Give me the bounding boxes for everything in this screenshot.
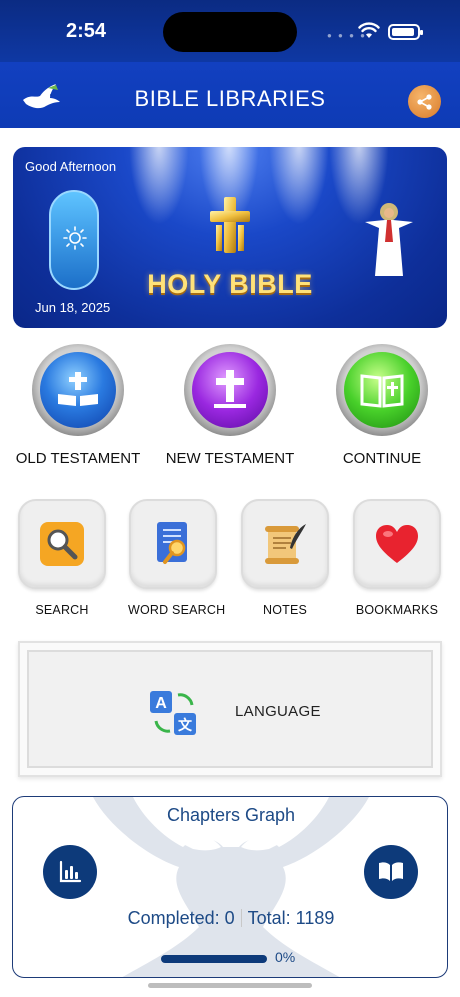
chart-button[interactable] — [43, 845, 97, 899]
magnifier-icon — [40, 522, 84, 566]
progress-percent: 0% — [275, 949, 296, 965]
spotlight — [269, 147, 329, 225]
notes-button[interactable]: NOTES — [240, 499, 330, 617]
svg-text:A: A — [155, 695, 167, 712]
top-bar: 2:54 ● ● ● ● BIBLE LIBRARIES — [0, 0, 460, 128]
bookmarks-button[interactable]: BOOKMARKS — [352, 499, 442, 617]
continue-button[interactable]: CONTINUE — [307, 344, 457, 467]
share-button[interactable] — [408, 85, 441, 118]
notes-label: NOTES — [262, 603, 308, 617]
scroll-quill-icon — [265, 524, 306, 564]
share-icon — [416, 93, 432, 110]
new-testament-button[interactable]: NEW TESTAMENT — [155, 344, 305, 467]
search-tile — [18, 499, 106, 589]
greeting-text: Good Afternoon — [25, 159, 117, 174]
book-icon — [360, 374, 404, 408]
status-time: 2:54 — [66, 20, 107, 42]
cross-icon — [214, 370, 246, 408]
chapters-graph-title: Chapters Graph — [166, 805, 296, 825]
chapter-stats: Completed: 0 Total: 1189 — [13, 908, 447, 929]
search-button[interactable]: SEARCH — [17, 499, 107, 617]
word-search-tile — [129, 499, 217, 589]
battery-icon — [388, 24, 423, 40]
language-label: LANGUAGE — [235, 703, 321, 720]
old-testament-button[interactable]: OLD TESTAMENT — [3, 344, 153, 467]
reading-progress-bar — [161, 955, 267, 963]
notes-tile — [241, 499, 329, 589]
home-indicator[interactable] — [148, 983, 312, 988]
bookmarks-label: BOOKMARKS — [355, 603, 439, 617]
document-search-icon — [157, 522, 187, 564]
spotlight — [129, 147, 189, 225]
new-testament-orb — [184, 344, 276, 436]
open-book-icon — [379, 862, 403, 881]
language-button[interactable]: A 文 LANGUAGE — [18, 641, 442, 777]
jesus-figure-icon — [365, 203, 413, 276]
continue-label: CONTINUE — [342, 450, 422, 467]
date-text: Jun 18, 2025 — [35, 300, 111, 315]
total-count: Total: 1189 — [247, 908, 335, 928]
bar-chart-icon — [59, 860, 82, 883]
translate-icon: A 文 — [150, 691, 196, 735]
old-testament-orb — [32, 344, 124, 436]
completed-count: Completed: 0 — [127, 908, 235, 928]
word-search-label: WORD SEARCH — [128, 603, 226, 617]
new-testament-label: NEW TESTAMENT — [165, 450, 295, 467]
heart-icon — [376, 525, 418, 563]
stats-divider — [240, 909, 242, 927]
word-search-button[interactable]: WORD SEARCH — [128, 499, 226, 617]
continue-orb — [336, 344, 428, 436]
bookmarks-tile — [353, 499, 441, 589]
page-title: BIBLE LIBRARIES — [134, 86, 326, 111]
status-bar: 2:54 ● ● ● ● — [0, 0, 460, 62]
dynamic-island — [163, 12, 297, 52]
app-header: BIBLE LIBRARIES — [0, 62, 460, 128]
reading-button[interactable] — [364, 845, 418, 899]
old-testament-label: OLD TESTAMENT — [15, 450, 141, 467]
svg-text:文: 文 — [178, 717, 193, 733]
chapters-graph-card: Chapters Graph Completed: 0 Total: 1189 0… — [12, 796, 448, 978]
golden-cross-icon — [210, 197, 250, 253]
greeting-banner: Good Afternoon Jun 18, 2025 HOLY BIBLE — [13, 147, 447, 328]
open-bible-cross-icon — [58, 372, 98, 406]
search-label: SEARCH — [35, 603, 89, 617]
sun-icon — [63, 226, 87, 250]
wifi-icon — [358, 22, 380, 38]
